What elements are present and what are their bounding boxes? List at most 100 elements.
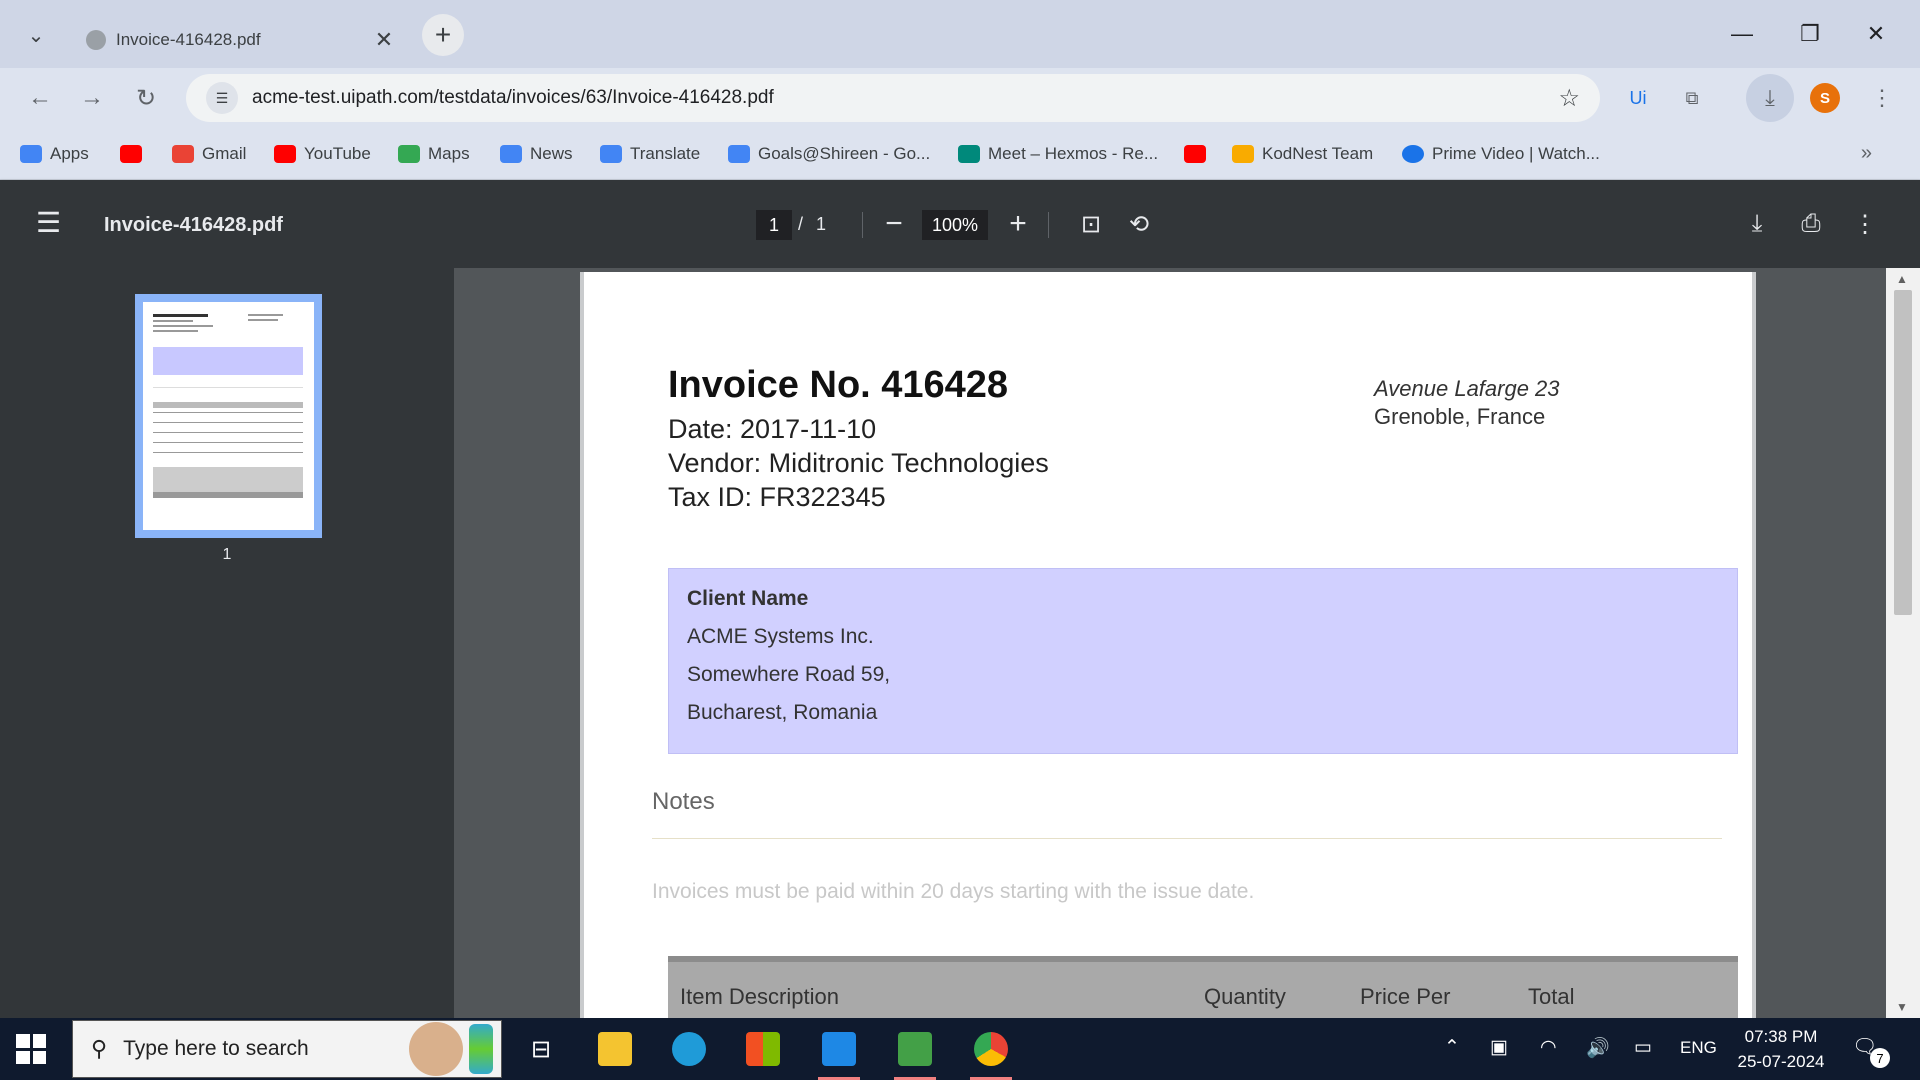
restore-button[interactable]: ❐ [1780,14,1840,54]
toolbar-divider [1048,212,1049,238]
microsoft-store-icon[interactable] [738,1026,788,1072]
address-bar[interactable]: ☰ acme-test.uipath.com/testdata/invoices… [186,74,1600,122]
meet-icon [958,145,980,163]
pdf-sidebar-menu-icon[interactable]: ☰ [36,209,70,237]
col-total: Total [1528,984,1575,1009]
device-icon[interactable]: ▣ [1490,1036,1508,1059]
items-table-header: Item Description Quantity Price Per Tota… [668,956,1738,1018]
globe-icon [86,30,106,50]
zoom-level-input[interactable]: 100% [922,210,988,240]
windows-taskbar: ⚲ Type here to search ⊟ ⌃ ▣ ◠ 🔊 ▭ ENG 07… [0,1018,1920,1080]
notes-divider [652,838,1722,839]
pdf-download-icon[interactable]: ⤓ [1738,206,1776,242]
print-icon[interactable]: ⎙ [1792,206,1830,242]
close-window-button[interactable]: ✕ [1846,14,1906,54]
bookmark-youtube[interactable]: YouTube [274,140,371,168]
file-explorer-icon[interactable] [590,1026,640,1072]
app-s-icon[interactable] [814,1026,864,1080]
browser-toolbar: ← → ↻ ☰ acme-test.uipath.com/testdata/in… [0,68,1920,128]
scrollbar-thumb[interactable] [1894,290,1912,615]
client-name: ACME Systems Inc. [687,625,874,648]
minimize-button[interactable]: — [1712,14,1772,54]
bookmark-maps[interactable]: Maps [398,140,470,168]
client-info-box: Client Name ACME Systems Inc. Somewhere … [668,568,1738,754]
page-separator: / [798,214,804,234]
zoom-out-button[interactable]: − [876,206,912,242]
taskbar-search-placeholder: Type here to search [123,1037,309,1060]
tab-close-icon[interactable]: ✕ [370,27,398,53]
bookmark-prime-video[interactable]: Prime Video | Watch... [1402,140,1600,168]
kodnest-icon [1232,145,1254,163]
youtube-icon [274,145,296,163]
translate-icon [600,145,622,163]
tab-search-button[interactable]: ⌄ [18,18,54,52]
clock-time: 07:38 PM [1744,1027,1818,1046]
notification-center-icon[interactable]: 🗨 7 [1852,1034,1890,1068]
forward-button[interactable]: → [72,78,112,118]
reload-button[interactable]: ↻ [126,78,166,118]
invoice-vendor: Vendor: Miditronic Technologies [668,448,1049,478]
wifi-icon[interactable]: ◠ [1540,1036,1557,1059]
page-total: 1 [816,214,827,234]
bookmark-news[interactable]: News [500,140,573,168]
language-indicator[interactable]: ENG [1680,1038,1717,1058]
page-thumbnail[interactable] [135,294,322,538]
bookmark-meet[interactable]: Meet – Hexmos - Re... [958,140,1158,168]
task-view-icon[interactable]: ⊟ [516,1026,566,1072]
invoice-tax-id: Tax ID: FR322345 [668,482,886,512]
docs-icon [728,145,750,163]
extensions-icon[interactable]: ⧉ [1674,80,1710,116]
uipath-extension-icon[interactable]: Ui [1620,80,1656,116]
chrome-icon[interactable] [966,1026,1016,1080]
more-bookmarks-icon[interactable]: » [1861,142,1872,165]
vendor-address-city: Grenoble, France [1374,404,1546,429]
bookmark-gmail[interactable]: Gmail [172,140,246,168]
pdf-document-viewer[interactable]: Invoice No. 416428 Date: 2017-11-10 Vend… [454,268,1886,1018]
pdf-page: Invoice No. 416428 Date: 2017-11-10 Vend… [580,272,1756,1018]
edge-icon[interactable] [664,1026,714,1072]
thumbnail-page-number: 1 [222,546,232,563]
bookmark-star-icon[interactable]: ☆ [1558,84,1580,113]
media-player-icon[interactable] [890,1026,940,1080]
new-tab-button[interactable]: + [422,14,464,56]
prime-video-icon [1402,145,1424,163]
browser-menu-icon[interactable]: ⋮ [1864,80,1900,116]
site-info-icon[interactable]: ☰ [206,82,238,114]
url-text[interactable]: acme-test.uipath.com/testdata/invoices/6… [252,87,1558,109]
fit-page-icon[interactable]: ⊡ [1072,206,1110,242]
back-button[interactable]: ← [20,78,60,118]
battery-icon[interactable]: ▭ [1634,1036,1652,1059]
bookmark-kodnest[interactable]: KodNest Team [1232,140,1373,168]
bookmark-translate[interactable]: Translate [600,140,700,168]
vertical-scrollbar[interactable]: ▲ ▼ [1886,268,1920,1018]
clock-date: 25-07-2024 [1737,1052,1825,1071]
dna-helix-icon [469,1024,493,1074]
pdf-toolbar: ☰ Invoice-416428.pdf 1 / 1 − 100% + ⊡ ⟲ … [0,180,1920,268]
zoom-in-button[interactable]: + [1000,206,1036,242]
maps-pin-icon [398,145,420,163]
notes-text: Invoices must be paid within 20 days sta… [652,880,1255,903]
windows-start-icon[interactable] [16,1034,46,1064]
search-highlight-avatar [409,1022,463,1076]
apps-grid-icon [20,145,42,163]
page-number-input[interactable]: 1 [756,210,792,240]
pdf-more-options-icon[interactable]: ⋮ [1846,206,1884,242]
bookmark-goals[interactable]: Goals@Shireen - Go... [728,140,930,168]
volume-icon[interactable]: 🔊 [1586,1036,1610,1060]
bookmark-apps[interactable]: Apps [20,140,89,168]
taskbar-search-box[interactable]: ⚲ Type here to search [72,1020,502,1078]
pdf-title: Invoice-416428.pdf [104,214,283,236]
bookmark-youtube-1[interactable] [120,140,150,168]
rotate-icon[interactable]: ⟲ [1120,206,1158,242]
profile-avatar[interactable]: S [1810,83,1840,113]
system-clock[interactable]: 07:38 PM 25-07-2024 [1726,1024,1836,1074]
tab-active[interactable]: Invoice-416428.pdf ✕ [72,12,412,68]
show-hidden-icons-chevron[interactable]: ⌃ [1444,1036,1460,1059]
client-heading: Client Name [687,587,809,610]
scroll-up-icon[interactable]: ▲ [1896,272,1908,286]
scroll-down-icon[interactable]: ▼ [1896,1000,1908,1014]
download-icon[interactable]: ⤓ [1746,74,1794,122]
toolbar-divider [862,212,863,238]
bookmark-youtube-2[interactable] [1184,140,1214,168]
invoice-title: Invoice No. 416428 [668,364,1009,406]
